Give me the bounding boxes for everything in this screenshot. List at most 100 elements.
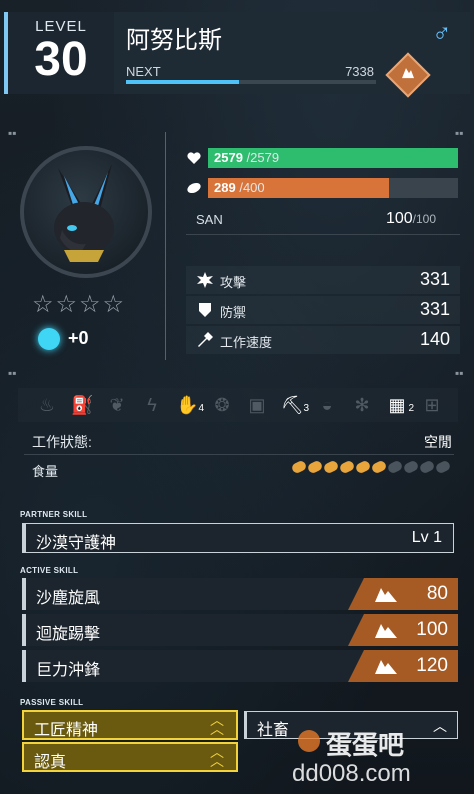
divider-dots: ▪▪ — [8, 126, 17, 140]
food-icon — [434, 459, 452, 475]
stat-value: 331 — [419, 269, 450, 289]
hp-row: 2579 /2579 — [186, 148, 460, 168]
active-skill-name: 迴旋踢擊 — [36, 626, 101, 643]
food-icon — [386, 459, 404, 475]
next-exp-label: NEXT — [126, 64, 161, 79]
divider-dots: ▪▪ — [455, 126, 464, 140]
work-state-value: 空閒 — [424, 434, 452, 450]
partner-skill-name: 沙漠守護神 — [36, 535, 117, 552]
ground-element-icon — [375, 624, 397, 638]
skill-power-tag: 120 — [348, 650, 458, 682]
watermark-logo: 蛋蛋吧 — [326, 730, 405, 760]
medicine-icon: ◒ — [321, 395, 333, 415]
hunger-row: 289 /400 — [186, 178, 460, 198]
pal-soul-icon — [38, 328, 60, 350]
divider-dots: ▪▪ — [8, 366, 17, 380]
food-icon — [290, 459, 308, 475]
male-gender-icon: ♂ — [432, 18, 452, 48]
mining-icon: ⛏ 3 — [281, 394, 309, 416]
stat-label: 攻擊 — [220, 275, 247, 290]
work-speed-icon — [198, 332, 213, 347]
hunger-current: 289 — [214, 180, 236, 195]
work-level: 4 — [198, 403, 204, 414]
stat-row-defense: 防禦 331 — [186, 296, 460, 324]
passive-skill-2[interactable]: 認真 ︿ ︿ — [22, 742, 238, 772]
chevron-up-icon: ︿ — [433, 718, 447, 734]
pal-name: 阿努比斯 — [126, 27, 222, 54]
lumbering-icon: ▣ — [248, 395, 266, 415]
active-skill-2[interactable]: 迴旋踢擊 100 — [22, 614, 458, 646]
passive-skill-name: 認真 — [34, 754, 67, 771]
soul-value: +0 — [68, 328, 89, 348]
vertical-divider — [165, 132, 166, 360]
passive-skill-1[interactable]: 工匠精神 ︿ ︿ — [22, 710, 238, 740]
skill-power: 120 — [416, 655, 448, 676]
heart-icon — [187, 152, 201, 164]
level-value: 30 — [34, 33, 88, 86]
food-icon — [402, 459, 420, 475]
star-icon: ☆ — [102, 291, 127, 318]
name-panel: 阿努比斯 ♂ NEXT 7338 — [114, 12, 470, 98]
stat-row-attack: 攻擊 331 — [186, 266, 460, 294]
skill-power-tag: 100 — [348, 614, 458, 646]
watermark-url: dd008.com — [292, 760, 411, 787]
rank-up-chevron-icon: ︿ ︿ — [210, 744, 224, 769]
food-meter — [290, 459, 452, 476]
skill-power: 80 — [426, 583, 448, 604]
gathering-icon: ❂ — [214, 395, 230, 415]
food-icon — [306, 459, 324, 475]
san-current: 100 — [385, 210, 413, 227]
passive-skill-label: PASSIVE SKILL — [20, 698, 84, 707]
partner-skill-level: Lv 1 — [411, 529, 442, 546]
farming-icon: ⊞ — [424, 395, 440, 415]
food-icon — [338, 459, 356, 475]
hunger-max: /400 — [239, 180, 265, 195]
active-skill-name: 巨力沖鋒 — [36, 662, 101, 679]
work-level: 2 — [408, 403, 414, 414]
attack-icon — [197, 272, 213, 288]
active-skill-3[interactable]: 巨力沖鋒 120 — [22, 650, 458, 682]
hp-current: 2579 — [214, 150, 243, 165]
active-skill-label: ACTIVE SKILL — [20, 566, 79, 575]
food-icon — [322, 459, 340, 475]
planting-icon: ❦ — [109, 395, 125, 415]
divider-dots: ▪▪ — [455, 366, 464, 380]
food-icon — [370, 459, 388, 475]
hp-max: /2579 — [246, 150, 280, 165]
stat-row-work-speed: 工作速度 140 — [186, 326, 460, 354]
exp-bar — [126, 80, 376, 84]
divider — [24, 454, 454, 455]
partner-skill[interactable]: 沙漠守護神 Lv 1 — [22, 523, 454, 553]
handiwork-icon: ✋ 4 — [176, 394, 204, 416]
work-suitability-bar: ♨ ⛽ ❦ ϟ ✋ 4 ❂ ▣ ⛏ 3 ◒ ✻ ▦ 2 ⊞ — [18, 388, 458, 422]
transporting-icon: ▦ 2 — [386, 394, 414, 416]
star-icon: ☆ — [79, 291, 103, 318]
rank-up-chevron-icon: ︿ ︿ — [210, 712, 224, 737]
passive-skill-name: 工匠精神 — [34, 722, 99, 739]
work-level: 3 — [303, 403, 309, 414]
next-exp-value: 7338 — [345, 64, 374, 79]
active-skill-name: 沙塵旋風 — [36, 590, 101, 607]
electricity-icon: ϟ — [147, 395, 157, 415]
ground-element-icon — [375, 660, 397, 674]
hp-bar: 2579 /2579 — [208, 148, 458, 168]
food-label: 食量 — [32, 464, 59, 479]
san-label: SAN — [196, 212, 223, 227]
food-icon — [187, 182, 201, 194]
kindling-icon: ♨ — [38, 395, 56, 415]
skill-power-tag: 80 — [348, 578, 458, 610]
ground-element-icon — [375, 588, 397, 602]
active-skill-1[interactable]: 沙塵旋風 80 — [22, 578, 458, 610]
passive-skill-name: 社畜 — [257, 722, 290, 739]
stat-label: 防禦 — [220, 305, 247, 320]
pal-portrait — [20, 146, 152, 278]
san-max: /100 — [412, 212, 436, 226]
watermark-logo-icon — [298, 730, 320, 752]
skill-power: 100 — [416, 619, 448, 640]
food-icon — [354, 459, 372, 475]
food-icon — [418, 459, 436, 475]
watering-icon: ⛽ — [71, 395, 94, 415]
exp-bar-fill — [126, 80, 239, 84]
ground-element-icon — [385, 52, 431, 98]
hunger-bar: 289 /400 — [208, 178, 458, 198]
